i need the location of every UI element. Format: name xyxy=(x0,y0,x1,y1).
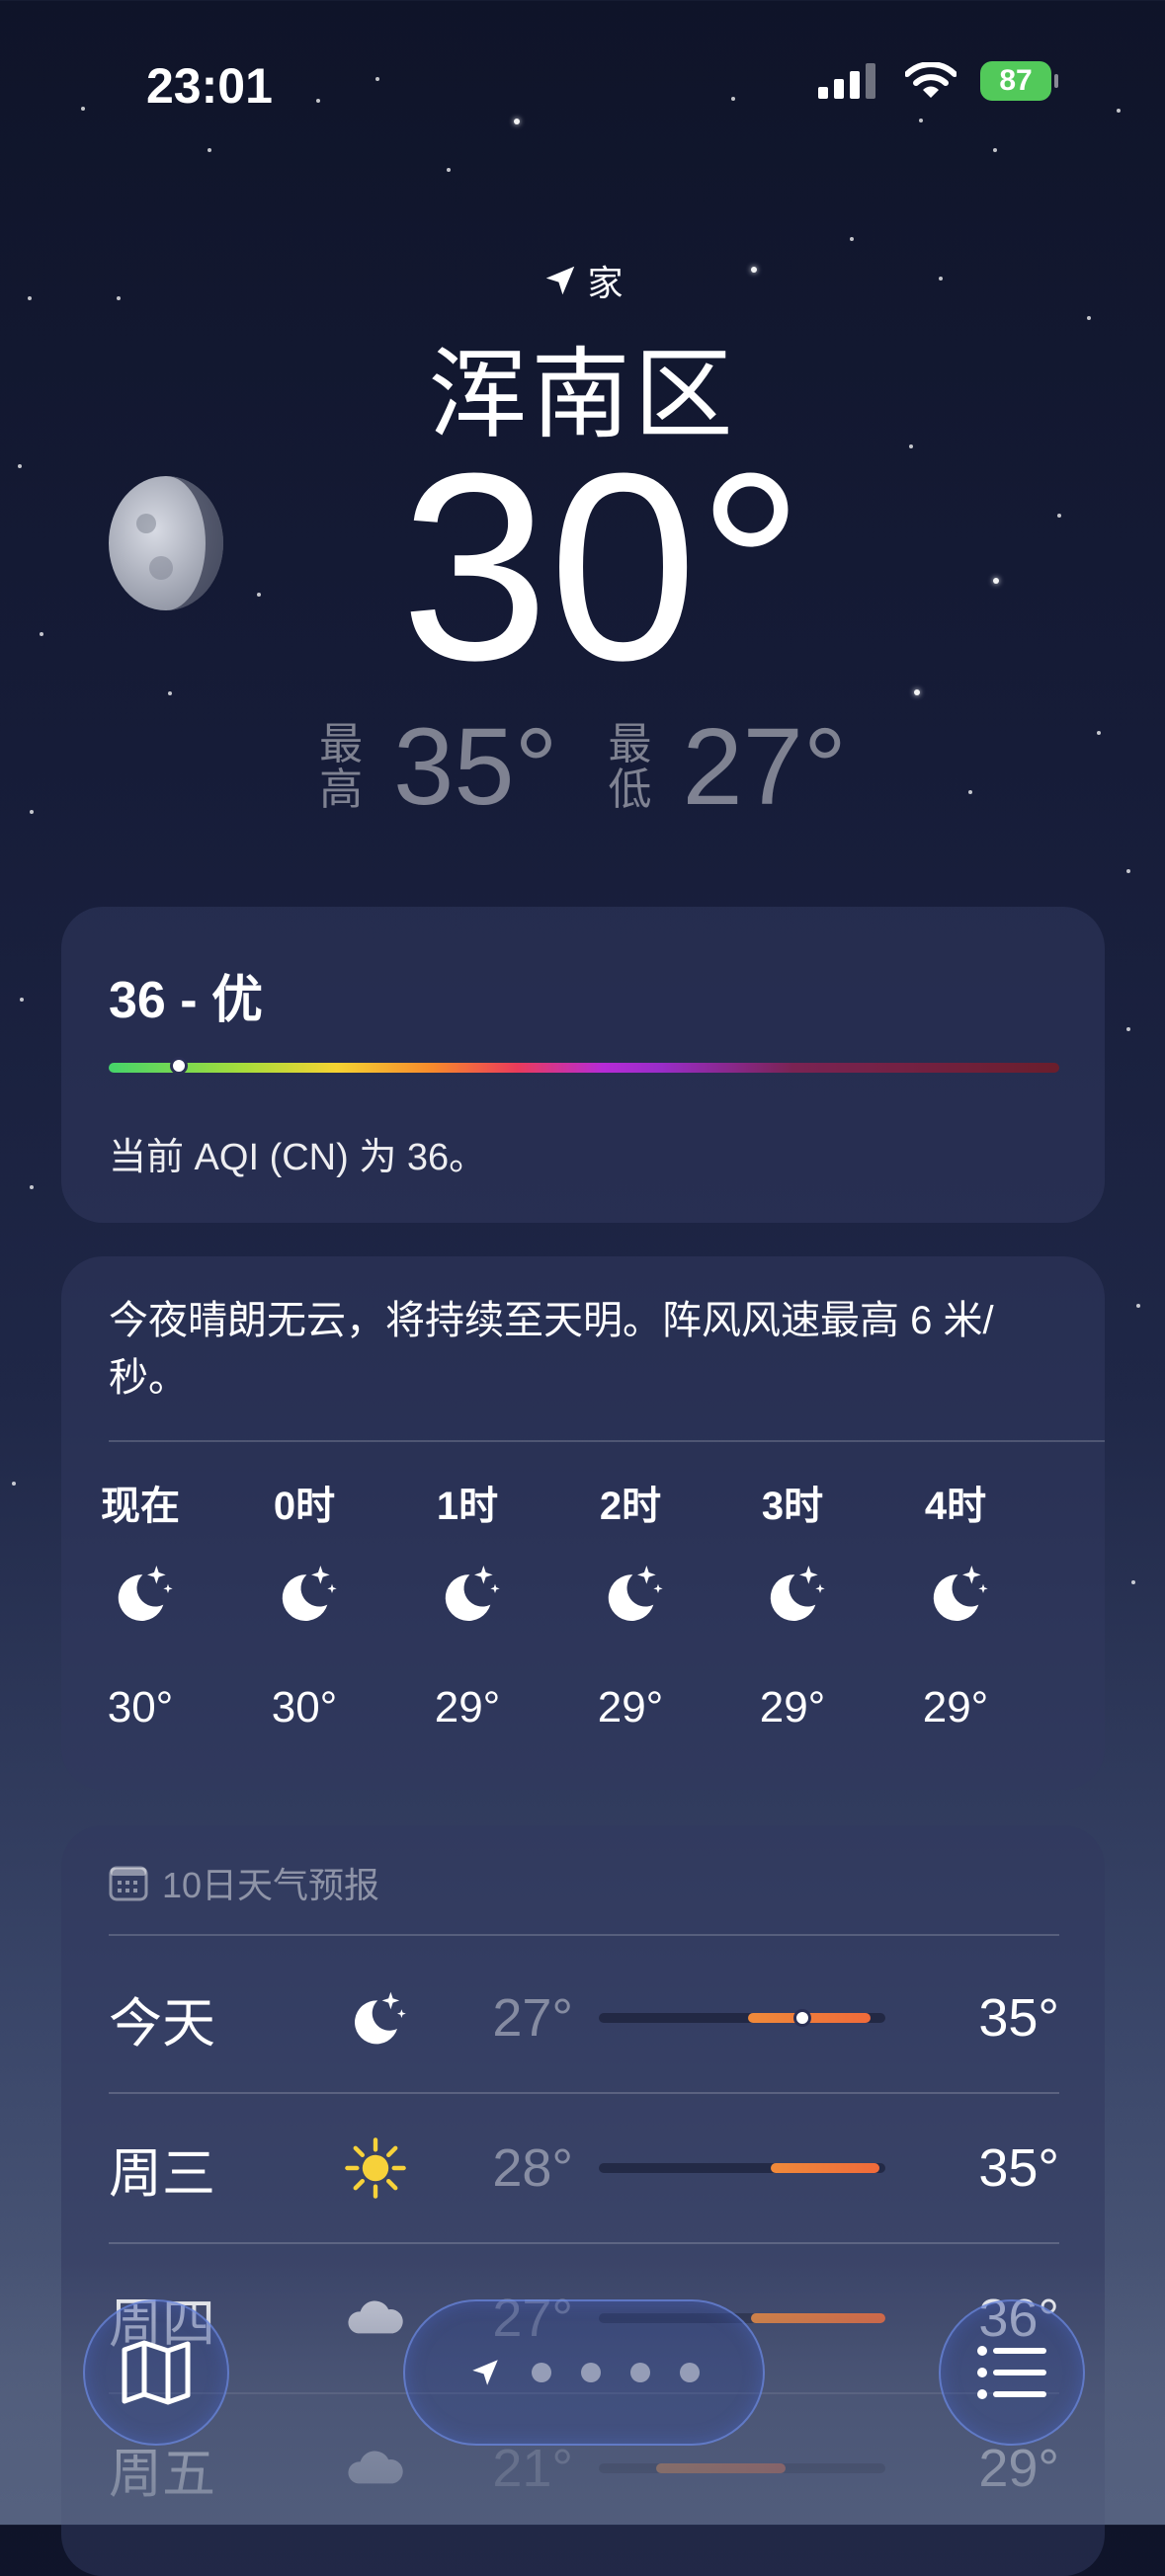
hourly-forecast-card[interactable]: 今夜晴朗无云，将持续至天明。阵风风速最高 6 米/秒。 现在 30° 0时 30° 1时… xyxy=(61,1256,1105,1790)
moon-stars-icon xyxy=(445,1566,500,1621)
moon-stars-icon xyxy=(118,1566,173,1621)
hour-icon-wrap xyxy=(886,1559,1025,1657)
aqi-indicator xyxy=(170,1057,188,1075)
current-temperature: 30° xyxy=(400,419,804,716)
map-button[interactable] xyxy=(83,2299,229,2446)
location-arrow-icon xyxy=(472,2360,498,2385)
hour-temp: 29° xyxy=(597,1683,664,1731)
high-temp: 35° xyxy=(393,706,558,828)
hour-item: 1时 29° xyxy=(398,1474,537,1732)
hour-item: 3时 29° xyxy=(723,1474,862,1732)
page-indicator[interactable] xyxy=(403,2299,765,2446)
forecast-icon-wrap xyxy=(306,2135,445,2201)
forecast-day: 今天 xyxy=(109,1993,215,2053)
hour-temp: 29° xyxy=(922,1683,989,1731)
hour-label: 4时 xyxy=(924,1485,987,1528)
hour-item: 0时 30° xyxy=(235,1474,374,1732)
forecast-header: 10日天气预报 xyxy=(109,1857,379,1908)
hour-temp: 30° xyxy=(271,1683,338,1731)
page-dot xyxy=(581,2363,601,2382)
hour-temp: 29° xyxy=(759,1683,826,1731)
signal-icon xyxy=(818,63,875,99)
aqi-title: 36 - 优 xyxy=(109,972,264,1029)
moon-stars-icon xyxy=(770,1566,825,1621)
battery-indicator: 87 xyxy=(980,61,1058,101)
forecast-row[interactable]: 今天 27° 35° xyxy=(109,1944,1059,2092)
hour-icon-wrap xyxy=(723,1559,862,1657)
hour-icon-wrap xyxy=(561,1559,700,1657)
aqi-scale-bar xyxy=(109,1063,1059,1073)
wifi-icon xyxy=(905,62,957,98)
moon-stars-icon xyxy=(282,1566,337,1621)
moon-stars-icon xyxy=(933,1566,988,1621)
hour-item: 现在 30° xyxy=(71,1474,209,1732)
page-dot xyxy=(630,2363,650,2382)
page-dot xyxy=(532,2363,551,2382)
status-icons: 87 xyxy=(818,61,1058,101)
hour-item: 4时 29° xyxy=(886,1474,1025,1732)
hourly-summary: 今夜晴朗无云，将持续至天明。阵风风速最高 6 米/秒。 xyxy=(109,1299,994,1400)
hour-temp: 30° xyxy=(107,1683,174,1731)
low-temp: 27° xyxy=(682,706,847,828)
forecast-low: 28° xyxy=(492,2138,573,2198)
forecast-low: 27° xyxy=(492,1988,573,2048)
map-icon xyxy=(122,2340,191,2405)
forecast-title: 10日天气预报 xyxy=(162,1865,380,1905)
battery-level: 87 xyxy=(999,64,1033,97)
list-icon xyxy=(977,2346,1046,2399)
hour-label: 现在 xyxy=(101,1485,180,1528)
forecast-range-fill xyxy=(771,2163,880,2173)
current-temp-marker xyxy=(792,2009,811,2027)
forecast-range-bar xyxy=(599,2163,885,2173)
low-label: 最低 xyxy=(608,720,652,814)
forecast-divider xyxy=(109,1934,1059,1936)
hour-label: 3时 xyxy=(761,1485,824,1528)
moon-stars-icon xyxy=(608,1566,663,1621)
high-low-row: 最高 35° 最低 27° xyxy=(0,713,1165,822)
hour-icon-wrap xyxy=(398,1559,537,1657)
page-dot xyxy=(680,2363,700,2382)
location-row: 家 xyxy=(0,255,1165,306)
hour-icon-wrap xyxy=(71,1559,209,1657)
calendar-icon xyxy=(109,1866,148,1901)
high-label: 最高 xyxy=(319,720,364,814)
city-list-button[interactable] xyxy=(939,2299,1085,2446)
hour-item: 2时 29° xyxy=(561,1474,700,1732)
aqi-card[interactable]: 36 - 优 当前 AQI (CN) 为 36。 xyxy=(61,907,1105,1223)
forecast-high: 35° xyxy=(978,1988,1059,2048)
forecast-range-bar xyxy=(599,2009,885,2027)
hour-label: 2时 xyxy=(599,1485,662,1528)
forecast-high: 35° xyxy=(978,2138,1059,2198)
hourly-divider xyxy=(109,1440,1105,1442)
forecast-day: 周三 xyxy=(109,2143,215,2204)
hour-icon-wrap xyxy=(235,1559,374,1657)
location-label: 家 xyxy=(587,263,624,303)
hour-temp: 29° xyxy=(434,1683,501,1731)
hour-label: 1时 xyxy=(436,1485,499,1528)
forecast-row[interactable]: 周三 28° 35° xyxy=(109,2094,1059,2242)
sun-icon xyxy=(345,2137,406,2199)
status-time: 23:01 xyxy=(146,58,273,114)
location-arrow-icon xyxy=(546,266,575,295)
hour-label: 0时 xyxy=(273,1485,336,1528)
forecast-icon-wrap xyxy=(306,1985,445,2051)
aqi-description: 当前 AQI (CN) 为 36。 xyxy=(109,1137,487,1178)
moon-stars-icon xyxy=(355,1991,406,2045)
